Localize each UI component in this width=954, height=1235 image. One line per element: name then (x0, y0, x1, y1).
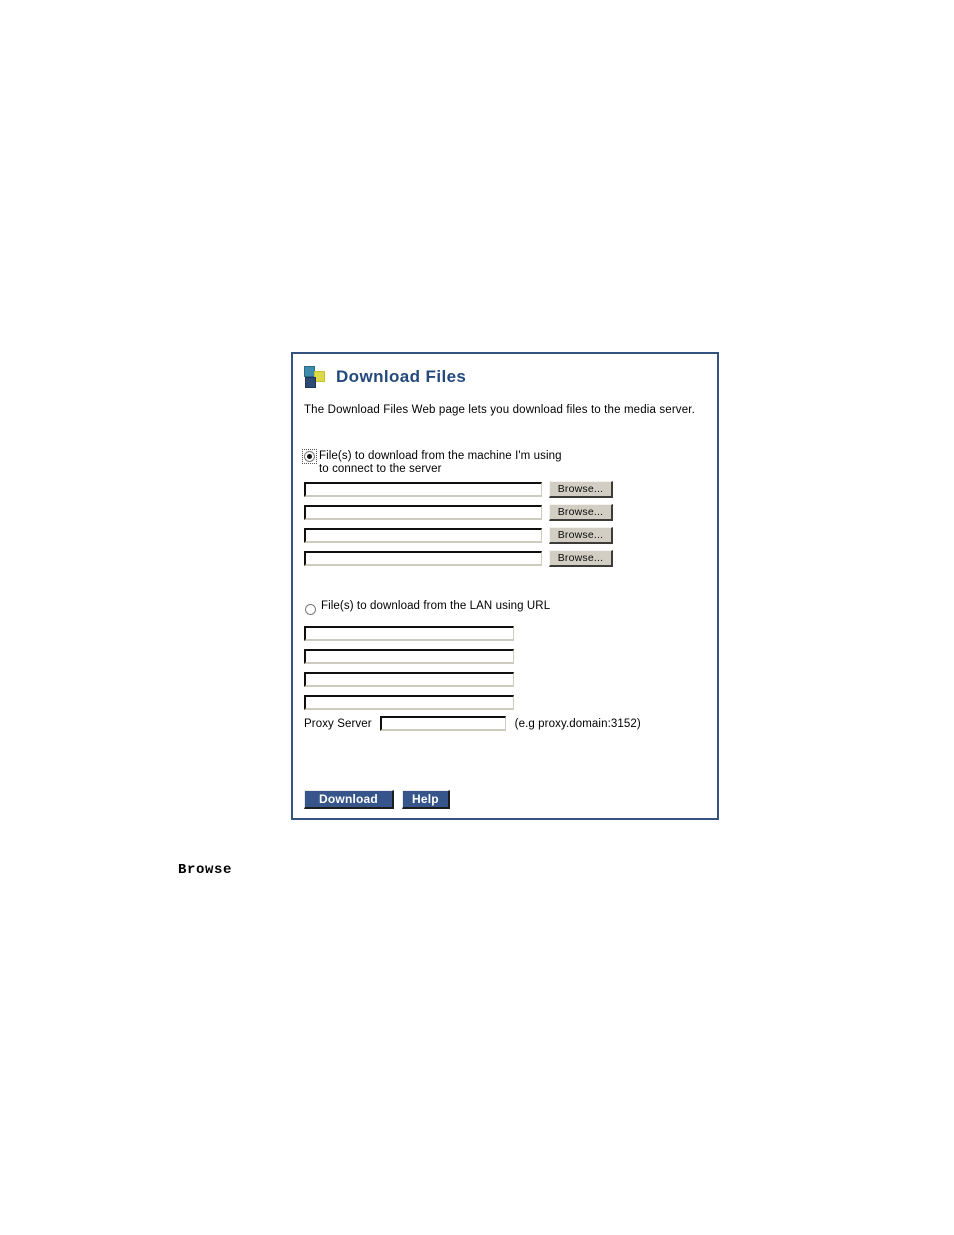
local-file-input-1[interactable] (304, 482, 542, 497)
radio-option-local-machine[interactable]: File(s) to download from the machine I'm… (302, 449, 562, 476)
proxy-server-row: Proxy Server (e.g proxy.domain:3152) (304, 716, 641, 731)
download-button[interactable]: Download (304, 790, 394, 809)
radio-local-machine-label: File(s) to download from the machine I'm… (319, 450, 562, 475)
local-file-input-3[interactable] (304, 528, 542, 543)
url-row (304, 692, 514, 710)
lan-url-input-4[interactable] (304, 694, 514, 710)
local-file-input-4[interactable] (304, 551, 542, 566)
url-row (304, 623, 514, 641)
proxy-server-hint: (e.g proxy.domain:3152) (514, 717, 641, 730)
page-description: The Download Files Web page lets you dow… (304, 404, 695, 416)
lan-url-input-2[interactable] (304, 648, 514, 664)
url-row (304, 646, 514, 664)
file-row: Browse... (304, 504, 613, 521)
page-title: Download Files (336, 367, 467, 386)
browse-button-4[interactable]: Browse... (549, 550, 613, 567)
local-file-input-2[interactable] (304, 505, 542, 520)
proxy-server-label: Proxy Server (304, 717, 372, 730)
radio-option-lan-url[interactable]: File(s) to download from the LAN using U… (303, 600, 551, 617)
file-row: Browse... (304, 527, 613, 544)
logo-square-navy (305, 377, 316, 388)
proxy-server-input[interactable] (379, 716, 506, 731)
panel-header: Download Files (304, 362, 466, 392)
browse-button-1[interactable]: Browse... (549, 481, 613, 498)
browse-button-3[interactable]: Browse... (549, 527, 613, 544)
lan-url-input-1[interactable] (304, 625, 514, 641)
download-files-panel: Download Files The Download Files Web pa… (291, 352, 719, 820)
help-button[interactable]: Help (402, 790, 450, 809)
url-row (304, 669, 514, 687)
lan-url-input-3[interactable] (304, 671, 514, 687)
radio-lan-url-label: File(s) to download from the LAN using U… (321, 600, 551, 612)
radio-lan-url-icon[interactable] (305, 604, 316, 615)
file-row: Browse... (304, 550, 613, 567)
radio-lan-url-wrapper (303, 602, 318, 617)
action-bar: Download Help (304, 790, 450, 809)
browse-button-2[interactable]: Browse... (549, 504, 613, 521)
file-row: Browse... (304, 481, 613, 498)
radio-local-machine-icon[interactable] (304, 451, 315, 462)
browse-caption-text: Browse (178, 862, 233, 878)
radio-local-machine-focus-ring (302, 449, 317, 464)
three-squares-logo-icon (304, 365, 325, 389)
